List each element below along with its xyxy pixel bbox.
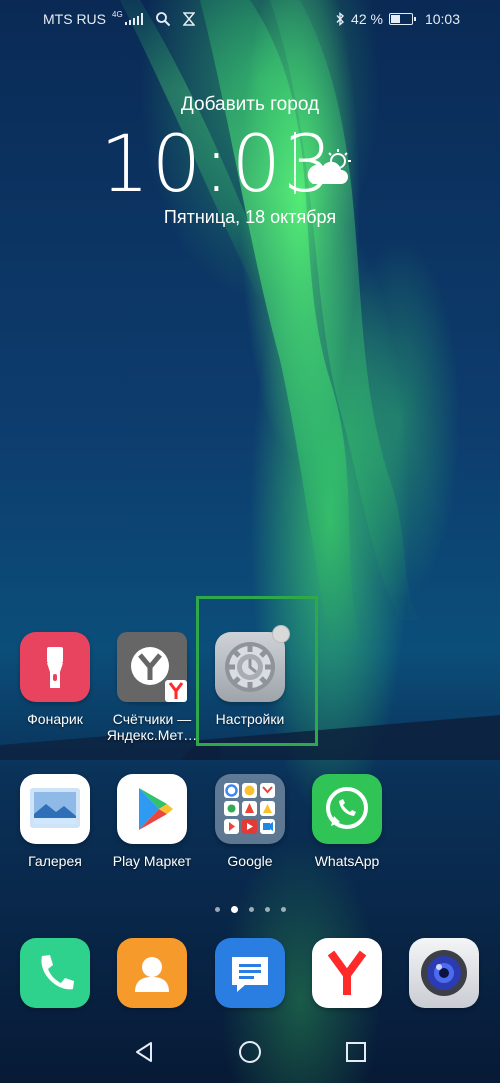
- app-label: Фонарик: [27, 711, 83, 727]
- status-left: MTS RUS 4G: [43, 9, 195, 27]
- network-type: 4G: [112, 9, 123, 19]
- yandex-metrica-icon: [117, 632, 187, 702]
- clock-divider: [294, 132, 296, 194]
- page-dot[interactable]: [214, 907, 220, 912]
- app-whatsapp[interactable]: WhatsApp: [299, 774, 395, 869]
- clock-date: Пятница, 18 октября: [163, 207, 337, 227]
- dock-phone[interactable]: [7, 938, 103, 1008]
- highlight-frame: [196, 596, 318, 746]
- app-gallery[interactable]: Галерея: [7, 774, 103, 869]
- carrier-name: MTS RUS: [43, 11, 106, 27]
- dock-yandex-browser[interactable]: [299, 938, 395, 1008]
- play-store-icon: [117, 774, 187, 844]
- app-label: Play Маркет: [112, 853, 192, 869]
- page-indicator[interactable]: [0, 906, 500, 913]
- add-city-link[interactable]: Добавить город: [0, 94, 500, 116]
- app-label: Счётчики — Яндекс.Мет…: [106, 711, 198, 743]
- app-flashlight[interactable]: Фонарик: [7, 632, 103, 727]
- page-dot[interactable]: [264, 907, 270, 912]
- hourglass-icon: [182, 12, 195, 26]
- page-dot-active[interactable]: [230, 906, 238, 913]
- status-bar: MTS RUS 4G 42 % 10:03: [0, 0, 500, 38]
- battery-percent: 42 %: [351, 11, 383, 27]
- camera-icon: [409, 938, 479, 1008]
- yandex-icon: [312, 938, 382, 1008]
- phone-icon: [20, 938, 90, 1008]
- status-right: 42 % 10:03: [335, 11, 460, 27]
- flashlight-icon: [20, 632, 90, 702]
- status-time: 10:03: [424, 11, 460, 27]
- dock-messages[interactable]: [202, 938, 298, 1008]
- messages-icon: [215, 938, 285, 1008]
- contacts-icon: [117, 938, 187, 1008]
- partly-cloudy-icon[interactable]: [305, 148, 355, 188]
- navigation-bar: [0, 1025, 500, 1083]
- signal-icon: [124, 13, 143, 25]
- dock-camera[interactable]: [396, 938, 492, 1008]
- clock-time[interactable]: 10:03: [100, 120, 335, 210]
- whatsapp-icon: [312, 774, 382, 844]
- battery-icon: [388, 13, 416, 25]
- recents-button[interactable]: [344, 1040, 368, 1064]
- home-button[interactable]: [238, 1040, 262, 1064]
- app-yandex-counters[interactable]: Счётчики — Яндекс.Мет…: [104, 632, 200, 743]
- back-button[interactable]: [132, 1040, 156, 1064]
- folder-icon: [215, 774, 285, 844]
- app-label: Галерея: [28, 853, 82, 869]
- app-play-market[interactable]: Play Маркет: [104, 774, 200, 869]
- gallery-icon: [20, 774, 90, 844]
- dock-contacts[interactable]: [104, 938, 200, 1008]
- bluetooth-icon: [336, 12, 345, 26]
- app-google-folder[interactable]: Google: [202, 774, 298, 869]
- page-dot[interactable]: [248, 907, 254, 912]
- search-icon: [155, 12, 170, 27]
- page-dot[interactable]: [280, 907, 286, 912]
- app-label: Google: [227, 853, 273, 869]
- app-label: WhatsApp: [314, 853, 380, 869]
